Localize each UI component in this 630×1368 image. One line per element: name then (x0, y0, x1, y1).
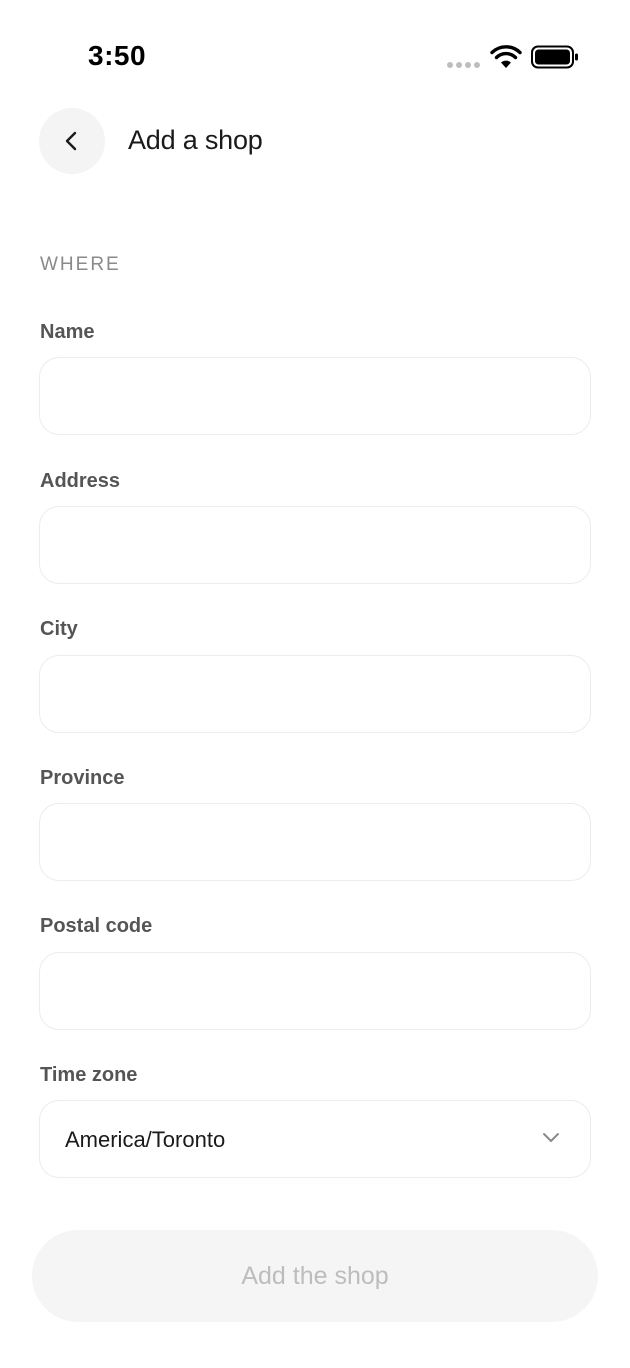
chevron-left-icon (65, 131, 77, 151)
chevron-down-icon (543, 1133, 559, 1142)
battery-icon (531, 45, 578, 69)
postal-code-input[interactable] (39, 952, 591, 1030)
time-zone-label: Time zone (40, 1064, 138, 1086)
status-time: 3:50 (88, 40, 147, 71)
wifi-icon (490, 45, 522, 68)
province-input[interactable] (39, 803, 591, 881)
add-shop-screen: 3:50 Add a shop WHERE Name Address City … (0, 0, 630, 1368)
city-label: City (40, 618, 78, 640)
city-input[interactable] (39, 655, 591, 733)
province-label: Province (40, 767, 125, 789)
postal-code-label: Postal code (40, 915, 153, 937)
address-input[interactable] (39, 506, 591, 584)
back-button[interactable] (39, 108, 105, 174)
name-input[interactable] (39, 357, 591, 435)
status-bar: 3:50 (0, 0, 630, 110)
page-title: Add a shop (128, 125, 263, 155)
section-label: WHERE (40, 254, 121, 275)
time-zone-select[interactable]: America/Toronto (39, 1100, 591, 1178)
add-shop-button[interactable]: Add the shop (32, 1230, 598, 1322)
address-label: Address (40, 470, 121, 492)
name-label: Name (40, 321, 95, 343)
cellular-signal-icon (447, 62, 481, 68)
time-zone-value: America/Toronto (65, 1127, 226, 1152)
